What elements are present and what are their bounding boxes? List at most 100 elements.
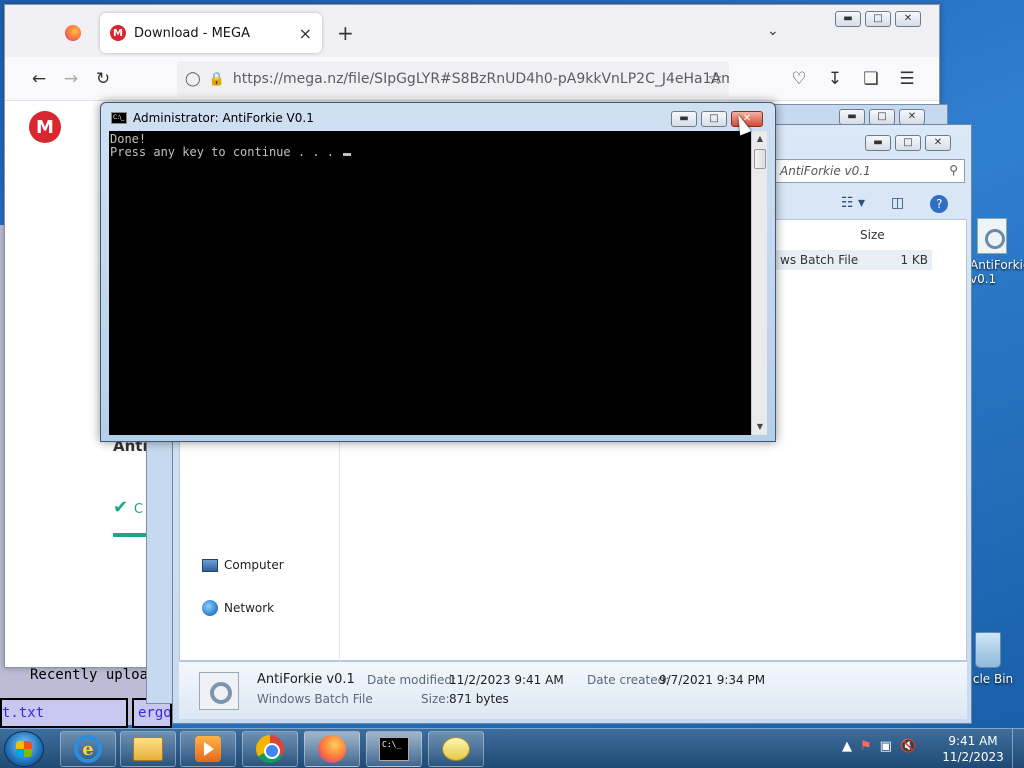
nav-label: Computer	[224, 558, 284, 572]
batch-file-icon	[199, 672, 239, 710]
search-input[interactable]: AntiForkie v0.1 ⚲	[773, 159, 965, 183]
size-label: Size:	[421, 692, 450, 706]
cmd-icon: C:\_	[111, 112, 127, 124]
firefox-icon	[318, 735, 346, 763]
download-icon[interactable]: ↧	[819, 63, 851, 95]
console-line: Press any key to continue . . .	[110, 146, 750, 159]
reload-icon[interactable]: ↻	[87, 63, 119, 95]
console-output[interactable]: Done! Press any key to continue . . .	[109, 131, 751, 435]
bookmark-star-icon[interactable]: ☆	[699, 63, 731, 95]
explorer-window-controls: ▬ □ ✕	[865, 135, 951, 151]
console-prompt-text: Press any key to continue . . .	[110, 145, 342, 159]
scrollbar[interactable]: ▲ ▼	[751, 131, 767, 435]
maximize-button[interactable]: □	[895, 135, 921, 151]
show-desktop-button[interactable]	[1012, 729, 1024, 768]
list-all-tabs-chevron-icon[interactable]: ⌄	[767, 23, 779, 39]
status-text: C	[133, 502, 143, 517]
firefox-window-controls: ▬ □ ✕	[835, 11, 921, 27]
url-bar[interactable]: ◯ 🔒 https://mega.nz/file/SIpGgLYR#S8BzRn…	[177, 61, 729, 97]
nav-item-network[interactable]: Network	[202, 600, 274, 616]
maximize-button[interactable]: □	[701, 111, 727, 127]
chrome-icon	[256, 735, 284, 763]
taskbar-chrome[interactable]	[242, 731, 298, 767]
cmd-icon: C:\_	[379, 737, 409, 761]
taskbar-file-explorer[interactable]	[120, 731, 176, 767]
scroll-up-arrow-icon[interactable]: ▲	[752, 131, 768, 147]
recently-uploaded-label: Recently upload	[30, 667, 157, 683]
system-tray: ▲ ⚑ ▣ 🔇	[842, 739, 916, 754]
size-value: 871 bytes	[449, 692, 509, 706]
details-pane: AntiForkie v0.1 Windows Batch File Date …	[179, 661, 967, 719]
clock-date: 11/2/2023	[942, 750, 1004, 764]
extensions-icon[interactable]: ❏	[855, 63, 887, 95]
close-tab-icon[interactable]: ×	[299, 24, 312, 43]
details-file-type: Windows Batch File	[257, 692, 373, 706]
minimize-button[interactable]: ▬	[835, 11, 861, 27]
recycle-bin-icon	[975, 632, 1001, 668]
url-text: https://mega.nz/file/SIpGgLYR#S8BzRnUD4h…	[232, 71, 729, 87]
mega-icon: M	[110, 25, 126, 41]
checkmark-icon: ✔ C	[113, 497, 143, 518]
media-player-icon	[195, 736, 221, 762]
cmd-title-bar[interactable]: C:\_ Administrator: AntiForkie V0.1	[111, 111, 314, 125]
retro-tab-txt[interactable]: t.txt	[0, 698, 128, 728]
shield-icon[interactable]: ◯	[185, 71, 201, 87]
taskbar-media-player[interactable]	[180, 731, 236, 767]
pocket-icon[interactable]: ♡	[783, 63, 815, 95]
lock-icon[interactable]: 🔒	[209, 72, 225, 87]
scroll-thumb[interactable]	[754, 149, 766, 169]
nav-item-computer[interactable]: Computer	[202, 558, 284, 572]
column-header-size[interactable]: Size	[860, 228, 885, 242]
start-button[interactable]	[4, 731, 44, 767]
show-hidden-icons-icon[interactable]: ▲	[842, 739, 852, 754]
network-status-icon[interactable]: ▣	[880, 739, 892, 754]
minimize-button[interactable]: ▬	[839, 109, 865, 125]
text-cursor	[343, 153, 352, 156]
search-placeholder: AntiForkie v0.1	[780, 164, 871, 178]
details-file-name: AntiForkie v0.1	[257, 672, 355, 687]
forward-arrow-icon[interactable]: →	[55, 63, 87, 95]
maximize-button[interactable]: □	[865, 11, 891, 27]
explorer-toolbar: ☷ ▾ ◫ ?	[841, 195, 949, 213]
clock[interactable]: 9:41 AM 11/2/2023	[934, 733, 1012, 765]
help-icon[interactable]: ?	[930, 195, 949, 213]
firefox-icon	[65, 25, 81, 41]
nav-label: Network	[224, 601, 275, 615]
view-options-icon[interactable]: ☷ ▾	[841, 195, 865, 213]
cmd-window-controls: ▬ □ ✕	[671, 111, 763, 127]
action-center-icon[interactable]: ⚑	[860, 739, 872, 754]
messenger-icon	[442, 737, 470, 761]
minimize-button[interactable]: ▬	[671, 111, 697, 127]
date-created-label: Date created:	[587, 673, 670, 687]
close-button[interactable]: ✕	[925, 135, 951, 151]
volume-muted-icon[interactable]: 🔇	[900, 739, 916, 754]
batch-file-icon	[977, 218, 1007, 254]
maximize-button[interactable]: □	[869, 109, 895, 125]
taskbar-cmd[interactable]: C:\_	[366, 731, 422, 767]
date-modified-value: 11/2/2023 9:41 AM	[449, 673, 564, 687]
minimize-button[interactable]: ▬	[865, 135, 891, 151]
date-created-value: 9/7/2021 9:34 PM	[659, 673, 766, 687]
taskbar-internet-explorer[interactable]: e	[60, 731, 116, 767]
taskbar-messenger[interactable]	[428, 731, 484, 767]
tab-mega-download[interactable]: M Download - MEGA ×	[100, 13, 322, 53]
search-icon[interactable]: ⚲	[949, 163, 958, 177]
close-button[interactable]: ✕	[899, 109, 925, 125]
mega-logo-icon[interactable]: M	[29, 111, 61, 143]
cmd-window: C:\_ Administrator: AntiForkie V0.1 ▬ □ …	[100, 102, 776, 442]
tab-bar: M Download - MEGA × + ⌄ ▬ □ ✕	[5, 5, 939, 57]
scroll-down-arrow-icon[interactable]: ▼	[752, 419, 768, 435]
taskbar: e C:\_ ▲ ⚑ ▣ 🔇 9:41 AM 11/2/2023	[0, 728, 1024, 768]
file-size: 1 KB	[900, 253, 928, 267]
new-tab-button[interactable]: +	[337, 21, 354, 45]
back-arrow-icon[interactable]: ←	[23, 63, 55, 95]
clock-time: 9:41 AM	[948, 734, 998, 748]
taskbar-firefox[interactable]	[304, 731, 360, 767]
preview-pane-icon[interactable]: ◫	[891, 195, 904, 213]
network-icon	[202, 600, 218, 616]
file-row[interactable]: ws Batch File 1 KB	[776, 250, 932, 270]
close-button[interactable]: ✕	[895, 11, 921, 27]
menu-hamburger-icon[interactable]: ☰	[891, 63, 923, 95]
explorer-back-controls: ▬ □ ✕	[839, 109, 925, 125]
pinned-tab[interactable]	[55, 13, 91, 53]
